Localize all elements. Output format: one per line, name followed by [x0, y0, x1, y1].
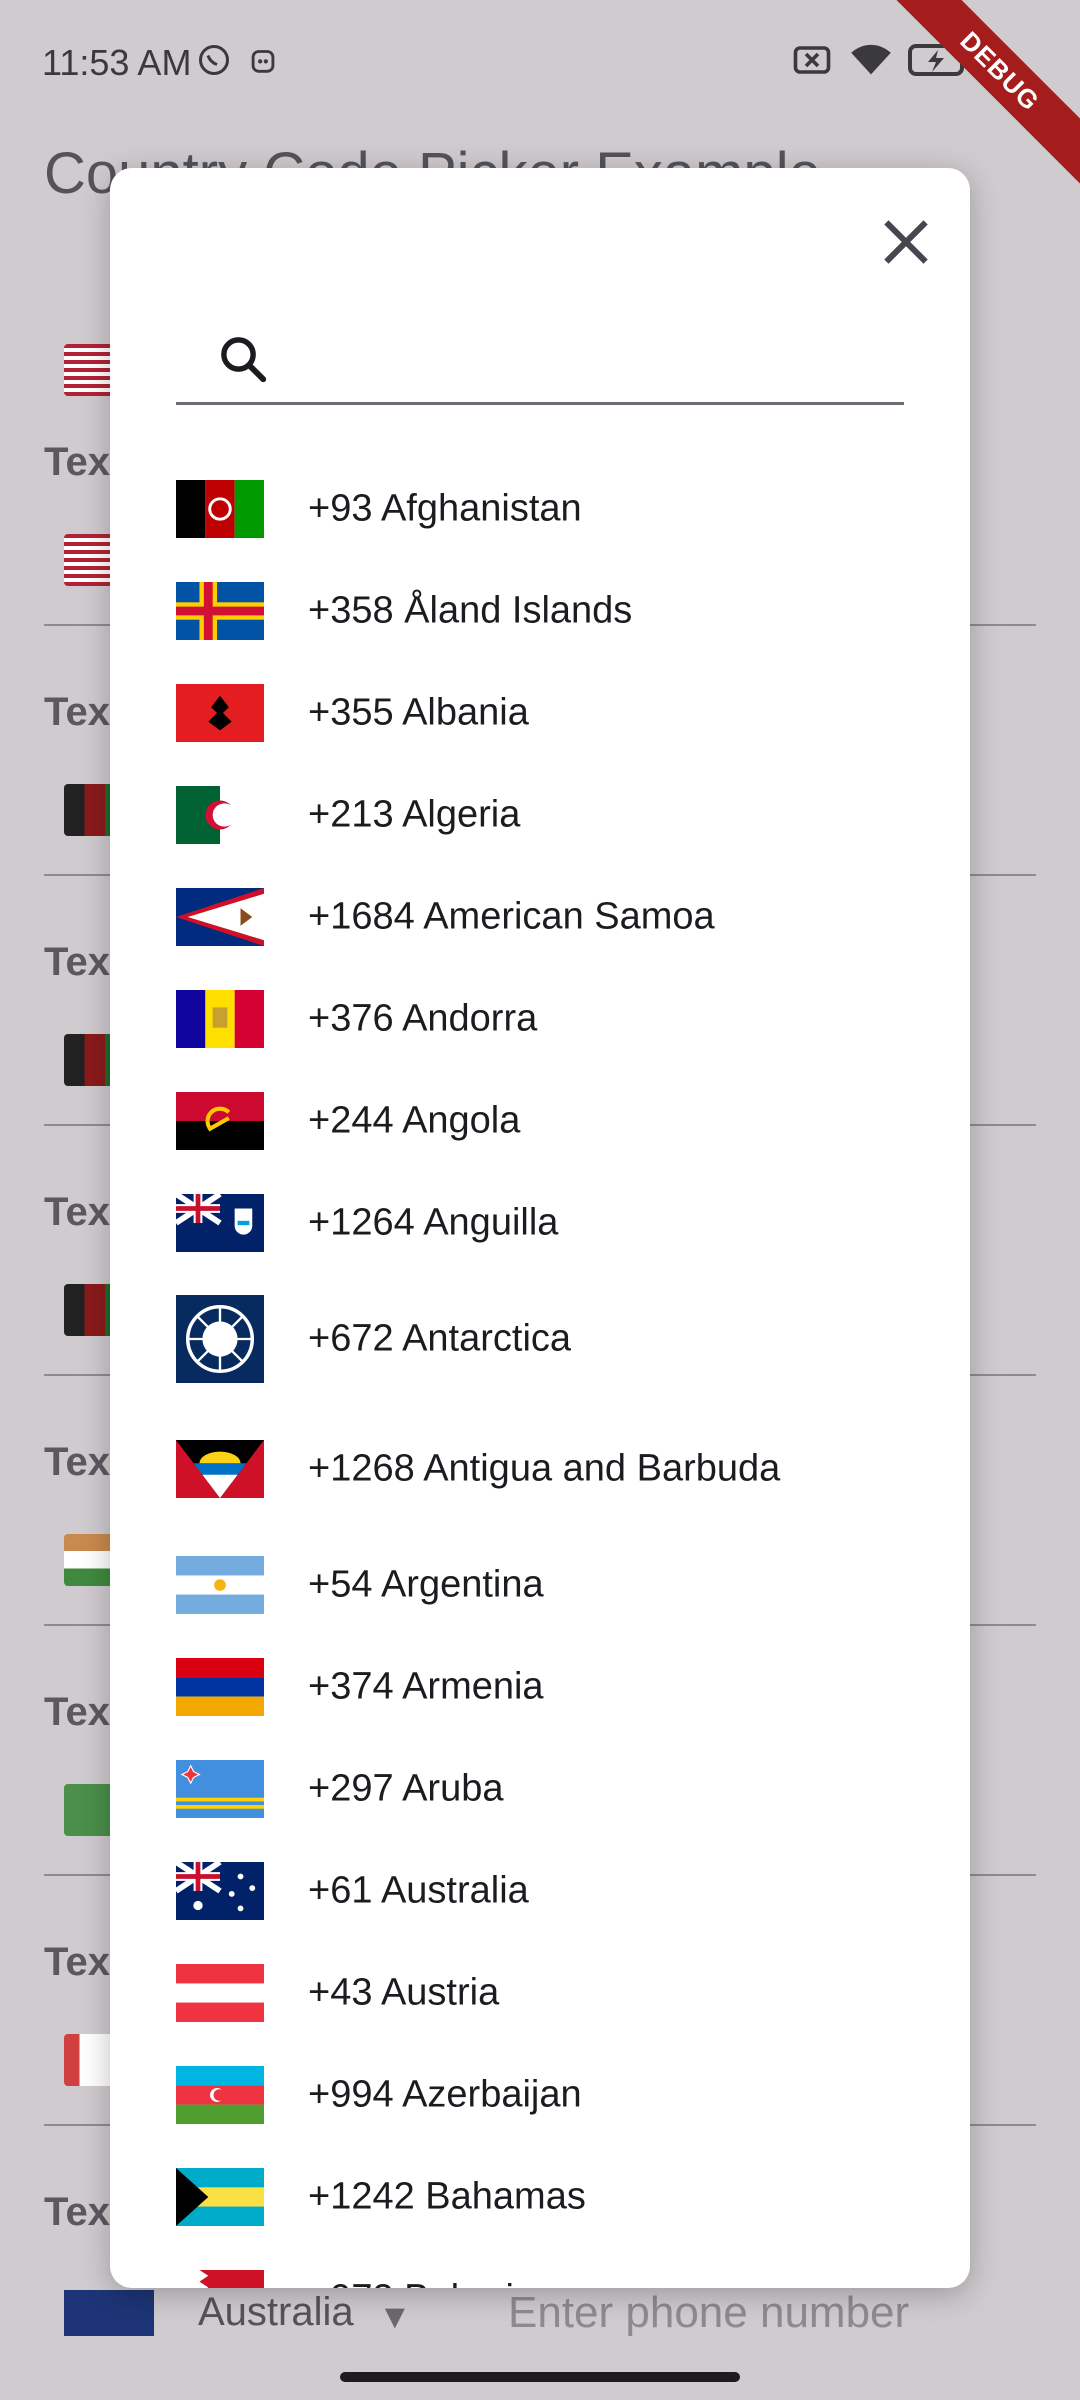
country-picker-dialog: +93 Afghanistan +358 Åland Islands +355 …	[110, 168, 970, 2288]
country-list[interactable]: +93 Afghanistan +358 Åland Islands +355 …	[110, 458, 970, 2288]
country-item-label: +43 Austria	[308, 1971, 500, 2014]
bg-field-label: Tex	[44, 1440, 110, 1484]
chevron-down-icon[interactable]: ▼	[378, 2298, 412, 2337]
bg-field-label: Tex	[44, 1190, 110, 1234]
status-time: 11:53 AM	[42, 42, 192, 83]
bg-field-label: Tex	[44, 1940, 110, 1984]
bg-field-label: Tex	[44, 690, 110, 734]
angola-flag-icon	[176, 1092, 264, 1150]
wifi-icon	[851, 44, 891, 75]
country-item-albania[interactable]: +355 Albania	[110, 662, 970, 764]
country-dropdown-value[interactable]: Australia	[198, 2290, 354, 2335]
search-field[interactable]	[176, 318, 904, 405]
country-item-label: +355 Albania	[308, 691, 529, 734]
country-item-label: +973 Bahrain	[308, 2278, 535, 2289]
country-item-label: +994 Azerbaijan	[308, 2073, 582, 2116]
robot-icon	[251, 50, 275, 73]
andorra-flag-icon	[176, 990, 264, 1048]
country-item-label: +93 Afghanistan	[308, 487, 582, 530]
country-item-label: +1268 Antigua and Barbuda	[308, 1447, 781, 1490]
no-sim-icon	[793, 46, 831, 74]
country-item-label: +1684 American Samoa	[308, 895, 715, 938]
country-item-label: +1242 Bahamas	[308, 2175, 586, 2218]
bg-field-label: Tex	[44, 1690, 110, 1734]
country-item-label: +1264 Anguilla	[308, 1201, 559, 1244]
country-item-label: +358 Åland Islands	[308, 589, 633, 632]
austria-flag-icon	[176, 1964, 264, 2022]
aland-flag-icon	[176, 582, 264, 640]
australia-flag-icon	[176, 1862, 264, 1920]
bg-field-label: Tex	[44, 940, 110, 984]
country-item-antigua-and-barbuda[interactable]: +1268 Antigua and Barbuda	[110, 1404, 970, 1534]
country-item-label: +213 Algeria	[308, 793, 521, 836]
country-item-austria[interactable]: +43 Austria	[110, 1942, 970, 2044]
country-item-american-samoa[interactable]: +1684 American Samoa	[110, 866, 970, 968]
anguilla-flag-icon	[176, 1194, 264, 1252]
close-icon[interactable]	[876, 212, 936, 272]
country-item-azerbaijan[interactable]: +994 Azerbaijan	[110, 2044, 970, 2146]
argentina-flag-icon	[176, 1556, 264, 1614]
antarctica-flag-icon	[176, 1295, 264, 1383]
country-item-label: +672 Antarctica	[308, 1317, 572, 1360]
country-item-angola[interactable]: +244 Angola	[110, 1070, 970, 1172]
antigua-flag-icon	[176, 1440, 264, 1498]
country-item-label: +244 Angola	[308, 1099, 521, 1142]
country-item-aland-islands[interactable]: +358 Åland Islands	[110, 560, 970, 662]
search-icon	[221, 337, 267, 383]
bahrain-flag-icon	[176, 2270, 264, 2288]
armenia-flag-icon	[176, 1658, 264, 1716]
algeria-flag-icon	[176, 786, 264, 844]
albania-flag-icon	[176, 684, 264, 742]
aruba-flag-icon	[176, 1760, 264, 1818]
country-item-afghanistan[interactable]: +93 Afghanistan	[110, 458, 970, 560]
country-item-australia[interactable]: +61 Australia	[110, 1840, 970, 1942]
country-item-aruba[interactable]: +297 Aruba	[110, 1738, 970, 1840]
country-item-bahrain[interactable]: +973 Bahrain	[110, 2248, 970, 2288]
bg-field-label: Tex	[44, 440, 110, 484]
country-item-label: +61 Australia	[308, 1869, 529, 1912]
debug-banner: DEBUG	[877, 0, 1080, 194]
whatsapp-icon	[199, 45, 229, 75]
country-item-armenia[interactable]: +374 Armenia	[110, 1636, 970, 1738]
country-item-andorra[interactable]: +376 Andorra	[110, 968, 970, 1070]
australia-flag-icon	[64, 2290, 154, 2336]
country-item-label: +54 Argentina	[308, 1563, 544, 1606]
phone-number-input[interactable]: Enter phone number	[508, 2288, 909, 2338]
status-bar: 11:53 AM 8 DEBUG	[0, 0, 1080, 194]
country-item-argentina[interactable]: +54 Argentina	[110, 1534, 970, 1636]
country-item-anguilla[interactable]: +1264 Anguilla	[110, 1172, 970, 1274]
country-item-bahamas[interactable]: +1242 Bahamas	[110, 2146, 970, 2248]
country-item-label: +297 Aruba	[308, 1767, 504, 1810]
afghanistan-flag-icon	[176, 480, 264, 538]
country-item-antarctica[interactable]: +672 Antarctica	[110, 1274, 970, 1404]
bahamas-flag-icon	[176, 2168, 264, 2226]
home-indicator[interactable]	[340, 2372, 740, 2382]
country-item-algeria[interactable]: +213 Algeria	[110, 764, 970, 866]
search-input[interactable]	[286, 326, 890, 394]
country-item-label: +374 Armenia	[308, 1665, 544, 1708]
country-item-label: +376 Andorra	[308, 997, 538, 1040]
azerbaijan-flag-icon	[176, 2066, 264, 2124]
bg-field-label: Tex	[44, 2190, 110, 2234]
american-samoa-flag-icon	[176, 888, 264, 946]
